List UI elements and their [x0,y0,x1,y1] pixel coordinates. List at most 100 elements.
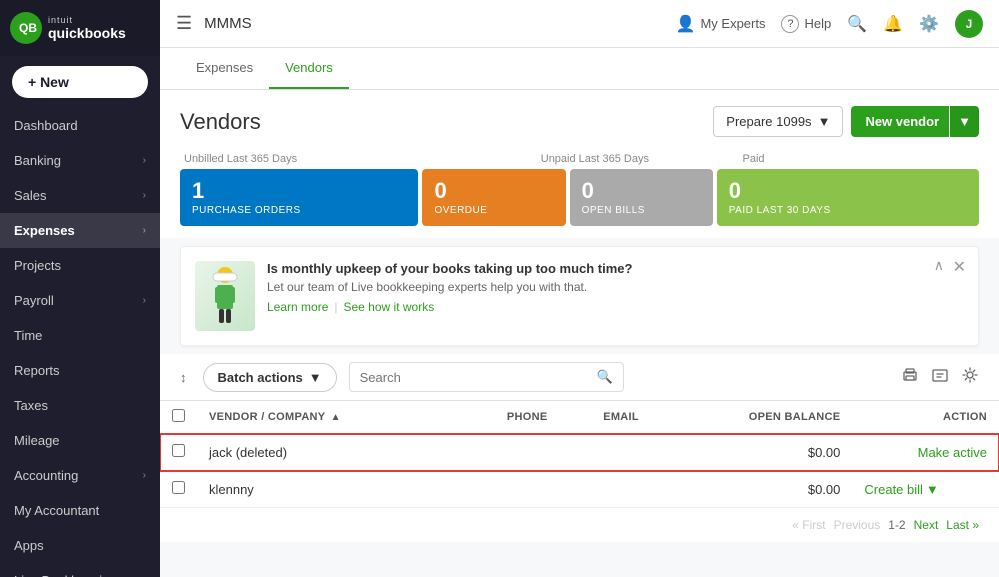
sidebar-item-projects[interactable]: Projects [0,248,160,283]
search-icon: 🔍 [597,369,613,385]
new-button[interactable]: + New [12,66,148,98]
tab-vendors[interactable]: Vendors [269,48,349,89]
topbar: ☰ MMMS 👤 My Experts ? Help 🔍 🔔 ⚙️ J [160,0,999,48]
chevron-right-icon: › [143,470,146,481]
new-vendor-button[interactable]: New vendor [851,106,949,137]
see-how-it-works-link[interactable]: See how it works [344,300,435,314]
sidebar-item-dashboard[interactable]: Dashboard [0,108,160,143]
tab-expenses[interactable]: Expenses [180,48,269,89]
person-icon: 👤 [676,14,696,34]
promo-text: Is monthly upkeep of your books taking u… [267,261,962,314]
sidebar-item-apps[interactable]: Apps [0,528,160,563]
search-button[interactable]: 🔍 [847,14,867,34]
sidebar-item-live-bookkeeping[interactable]: Live Bookkeeping [0,563,160,577]
select-all-checkbox[interactable] [172,409,185,422]
sidebar-item-time[interactable]: Time [0,318,160,353]
logo-intuit-label: intuit [48,15,126,25]
dropdown-arrow-icon: ▼ [309,370,322,385]
table-header-row: VENDOR / COMPANY ▲ PHONE EMAIL OPEN BALA… [160,401,999,434]
stats-cards: 1 PURCHASE ORDERS 0 OVERDUE 0 OPEN BILLS… [180,169,979,226]
user-avatar[interactable]: J [955,10,983,38]
help-icon: ? [781,15,799,33]
svg-text:QB: QB [19,21,37,35]
email-header[interactable]: EMAIL [591,401,680,434]
dropdown-arrow-icon: ▼ [818,114,831,129]
make-active-link[interactable]: Make active [918,445,987,460]
search-box: 🔍 [349,362,624,392]
stat-card-paid[interactable]: 0 PAID LAST 30 DAYS [717,169,979,226]
open-balance-header[interactable]: OPEN BALANCE [680,401,852,434]
vendor-action-cell: Create bill ▼ [852,471,999,508]
content-area: Expenses Vendors Vendors Prepare 1099s ▼… [160,48,999,577]
vendor-table: VENDOR / COMPANY ▲ PHONE EMAIL OPEN BALA… [160,400,999,508]
stat-card-open-bills[interactable]: 0 OPEN BILLS [570,169,713,226]
bell-icon: 🔔 [883,14,903,34]
prepare-1099s-button[interactable]: Prepare 1099s ▼ [713,106,843,137]
tab-bar: Expenses Vendors [160,48,999,90]
topbar-left: ☰ MMMS [176,13,252,34]
previous-page-link[interactable]: Previous [834,518,881,532]
stat-card-purchase-orders[interactable]: 1 PURCHASE ORDERS [180,169,418,226]
company-name: MMMS [204,15,252,32]
action-header: ACTION [852,401,999,434]
chevron-right-icon: › [143,155,146,166]
settings-icon[interactable] [961,366,979,389]
collapse-icon[interactable]: ∧ [934,257,944,274]
sidebar-item-sales[interactable]: Sales › [0,178,160,213]
help-button[interactable]: ? Help [781,15,831,33]
row-checkbox[interactable] [172,481,185,494]
vendor-email-cell [591,471,680,508]
vendors-header: Vendors Prepare 1099s ▼ New vendor ▼ [160,90,999,149]
sidebar-item-reports[interactable]: Reports [0,353,160,388]
sidebar-item-taxes[interactable]: Taxes [0,388,160,423]
promo-subtitle: Let our team of Live bookkeeping experts… [267,280,962,294]
settings-button[interactable]: ⚙️ [919,14,939,34]
vendor-balance-cell: $0.00 [680,471,852,508]
vendor-name-cell: klennny [197,471,495,508]
vendor-action-cell: Make active [852,434,999,471]
print-icon[interactable] [901,366,919,389]
new-vendor-dropdown-button[interactable]: ▼ [950,106,979,137]
my-experts-button[interactable]: 👤 My Experts [676,14,766,34]
sidebar-item-payroll[interactable]: Payroll › [0,283,160,318]
notifications-button[interactable]: 🔔 [883,14,903,34]
row-checkbox[interactable] [172,444,185,457]
sidebar-logo: QB intuit quickbooks [0,0,160,56]
sidebar-item-banking[interactable]: Banking › [0,143,160,178]
vendor-phone-cell [495,434,591,471]
create-bill-link[interactable]: Create bill ▼ [864,482,987,497]
sort-icon: ↕ [180,370,187,385]
first-page-link[interactable]: « First [792,518,825,532]
learn-more-link[interactable]: Learn more [267,300,328,314]
stat-card-overdue[interactable]: 0 OVERDUE [422,169,565,226]
table-row: klennny $0.00 Create bill ▼ [160,471,999,508]
close-icon[interactable]: ✕ [953,257,966,277]
unbilled-label: Unbilled Last 365 Days [180,153,537,165]
chevron-down-icon: ▼ [926,482,939,497]
vendor-balance-cell: $0.00 [680,434,852,471]
pagination: « First Previous 1-2 Next Last » [160,508,999,542]
phone-header[interactable]: PHONE [495,401,591,434]
sidebar-item-expenses[interactable]: Expenses › [0,213,160,248]
table-row: jack (deleted) $0.00 Make active [160,434,999,471]
new-vendor-group: New vendor ▼ [851,106,979,137]
vendor-name-header[interactable]: VENDOR / COMPANY ▲ [197,401,495,434]
menu-icon[interactable]: ☰ [176,13,192,34]
sidebar-item-mileage[interactable]: Mileage [0,423,160,458]
sidebar-item-accounting[interactable]: Accounting › [0,458,160,493]
search-input[interactable] [360,370,591,385]
quickbooks-logo-icon: QB [10,12,42,44]
row-checkbox-cell [160,471,197,508]
last-page-link[interactable]: Last » [946,518,979,532]
chevron-right-icon: › [143,190,146,201]
export-icon[interactable] [931,366,949,389]
page-title: Vendors [180,109,261,135]
row-checkbox-cell [160,434,197,471]
stats-labels: Unbilled Last 365 Days Unpaid Last 365 D… [180,153,979,165]
promo-links: Learn more | See how it works [267,300,962,314]
sidebar-item-my-accountant[interactable]: My Accountant [0,493,160,528]
vendor-name-cell: jack (deleted) [197,434,495,471]
chevron-down-icon: ▼ [958,114,971,129]
batch-actions-button[interactable]: Batch actions ▼ [203,363,337,392]
next-page-link[interactable]: Next [914,518,939,532]
